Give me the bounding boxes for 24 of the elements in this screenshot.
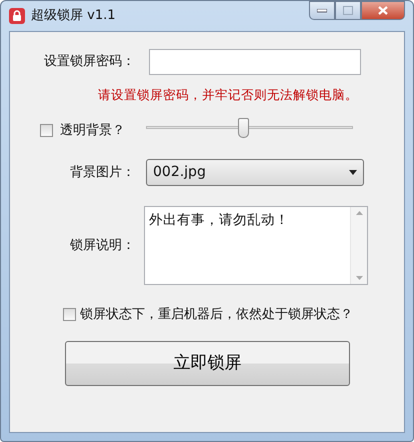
field-label: 背景图片： (69, 164, 135, 182)
scroll-down-icon[interactable] (356, 276, 362, 280)
lock-icon (9, 8, 25, 24)
warning-text: 请设置锁屏密码，并牢记否则无法解锁电脑。 (98, 86, 358, 104)
maximize-icon (343, 6, 353, 15)
close-icon (378, 6, 388, 15)
window-title: 超级锁屏 v1.1 (31, 7, 116, 26)
lock-button[interactable]: 立即锁屏 (65, 340, 350, 386)
checkbox[interactable] (63, 308, 76, 322)
slider-thumb[interactable] (238, 118, 250, 138)
checkbox-label: 透明背景？ (60, 122, 125, 140)
checkbox[interactable] (40, 124, 53, 138)
caret-icon (349, 170, 357, 175)
field-label: 设置锁屏密码： (43, 53, 135, 72)
maximize-button[interactable] (335, 1, 361, 20)
image-dropdown[interactable]: 002.jpg (146, 158, 364, 186)
minimize-button[interactable] (309, 1, 335, 20)
checkbox-label: 锁屏状态下，重启机器后，依然处于锁屏状态？ (80, 306, 353, 324)
scroll-up-icon[interactable] (356, 210, 362, 215)
field-label: 锁屏说明： (69, 236, 135, 254)
password-field[interactable] (149, 49, 361, 75)
close-button[interactable] (361, 1, 405, 20)
minimize-icon (317, 8, 327, 12)
note-textarea[interactable]: 外出有事，请勿乱动！ (144, 206, 368, 285)
